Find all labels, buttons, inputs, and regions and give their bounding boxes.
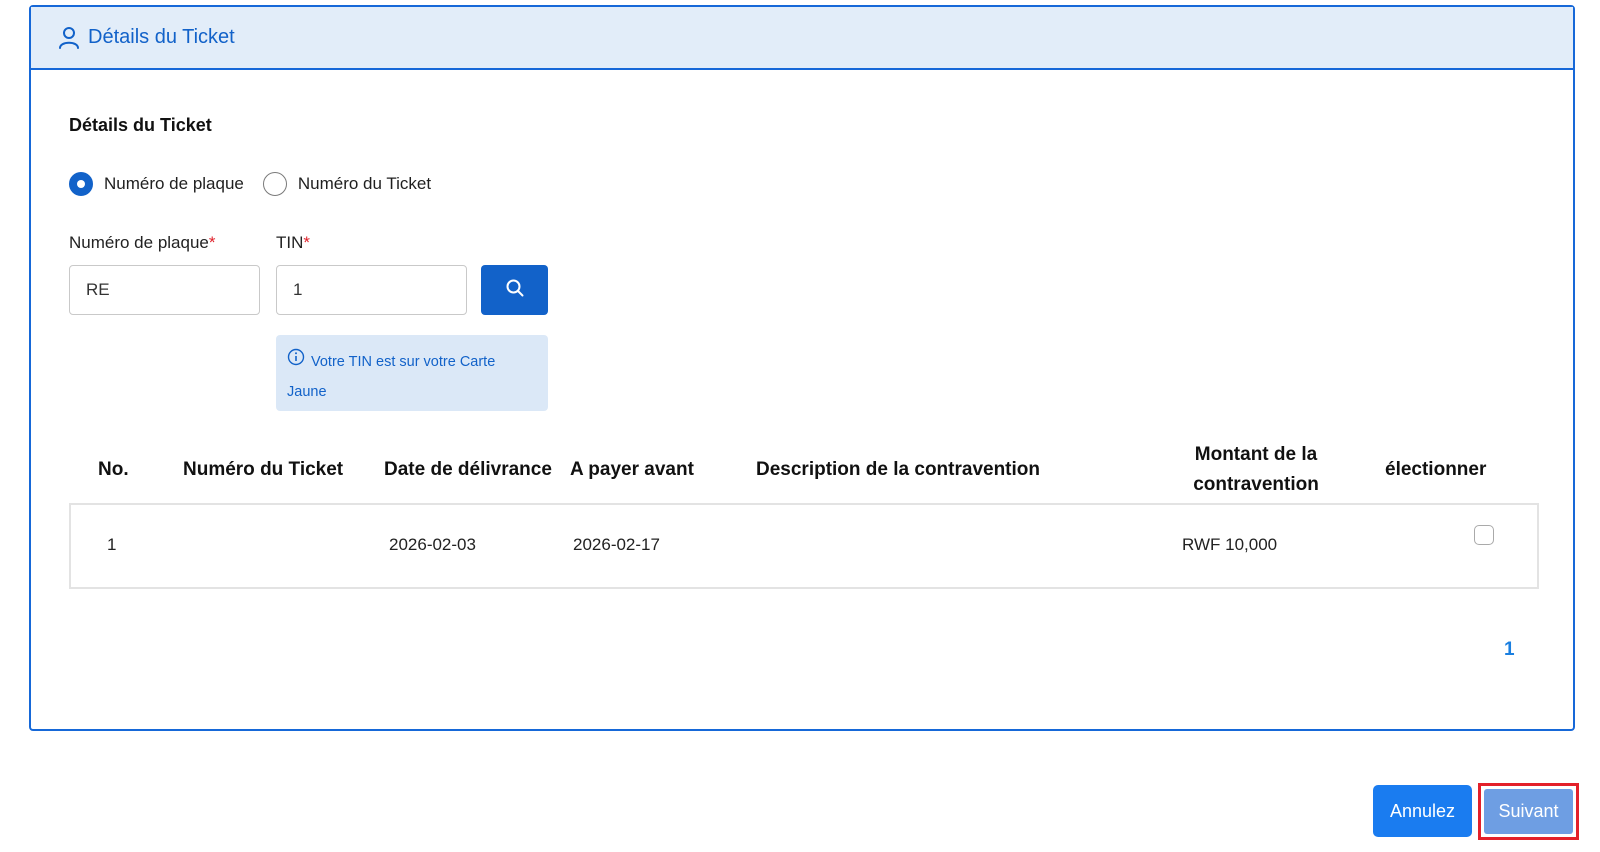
table-body: 1 2026-02-03 2026-02-17 RWF 10,000 — [69, 503, 1539, 589]
plate-number-label: Numéro de plaque* — [69, 233, 216, 253]
search-mode-radio-group: Numéro de plaque Numéro du Ticket — [69, 172, 450, 196]
tin-input[interactable]: 1 — [276, 265, 467, 315]
search-icon — [505, 278, 525, 303]
info-text-line1: Votre TIN est sur votre Carte — [311, 354, 496, 370]
cell-issue-date: 2026-02-03 — [389, 535, 476, 554]
section-title: Détails du Ticket — [69, 115, 212, 135]
row-select-checkbox[interactable] — [1474, 525, 1494, 545]
cell-no: 1 — [107, 535, 117, 554]
tin-label: TIN* — [276, 233, 310, 253]
panel-header: Détails du Ticket — [31, 7, 1573, 70]
radio-ticket-number[interactable] — [262, 172, 287, 196]
column-header-due-date: A payer avant — [570, 459, 694, 480]
column-header-no: No. — [98, 459, 129, 480]
next-button[interactable]: Suivant — [1484, 789, 1573, 834]
required-mark: * — [303, 233, 311, 252]
cell-due-date: 2026-02-17 — [573, 535, 660, 554]
panel-header-title: Détails du Ticket — [88, 26, 235, 48]
tin-info-box: Votre TIN est sur votre Carte Jaune — [276, 335, 548, 411]
radio-plate-number[interactable] — [69, 172, 93, 196]
plate-number-input[interactable]: RE — [69, 265, 260, 315]
plate-number-label-text: Numéro de plaque — [69, 233, 209, 252]
cell-amount: RWF 10,000 — [1182, 535, 1278, 554]
column-header-issue-date: Date de délivrance — [384, 459, 552, 480]
table-header: No. Numéro du Ticket Date de délivrance … — [69, 437, 1539, 503]
info-icon — [287, 347, 305, 377]
ticket-details-panel: Détails du Ticket Détails du Ticket Numé… — [29, 5, 1575, 731]
search-button[interactable] — [481, 265, 548, 315]
tin-label-text: TIN — [276, 233, 304, 252]
column-header-amount: Montant de la contravention — [1193, 444, 1319, 495]
column-header-ticket-number: Numéro du Ticket — [183, 459, 344, 480]
pagination-page-1[interactable]: 1 — [1504, 639, 1515, 661]
radio-ticket-number-label[interactable]: Numéro du Ticket — [298, 174, 431, 194]
user-icon — [58, 26, 80, 50]
required-mark: * — [208, 233, 216, 252]
column-header-description: Description de la contravention — [756, 459, 1040, 480]
info-text-line2: Jaune — [287, 384, 327, 401]
next-button-highlight: Suivant — [1478, 783, 1579, 840]
cancel-button[interactable]: Annulez — [1373, 785, 1472, 837]
column-header-select: électionner — [1385, 459, 1487, 480]
radio-plate-number-label[interactable]: Numéro de plaque — [104, 174, 244, 194]
